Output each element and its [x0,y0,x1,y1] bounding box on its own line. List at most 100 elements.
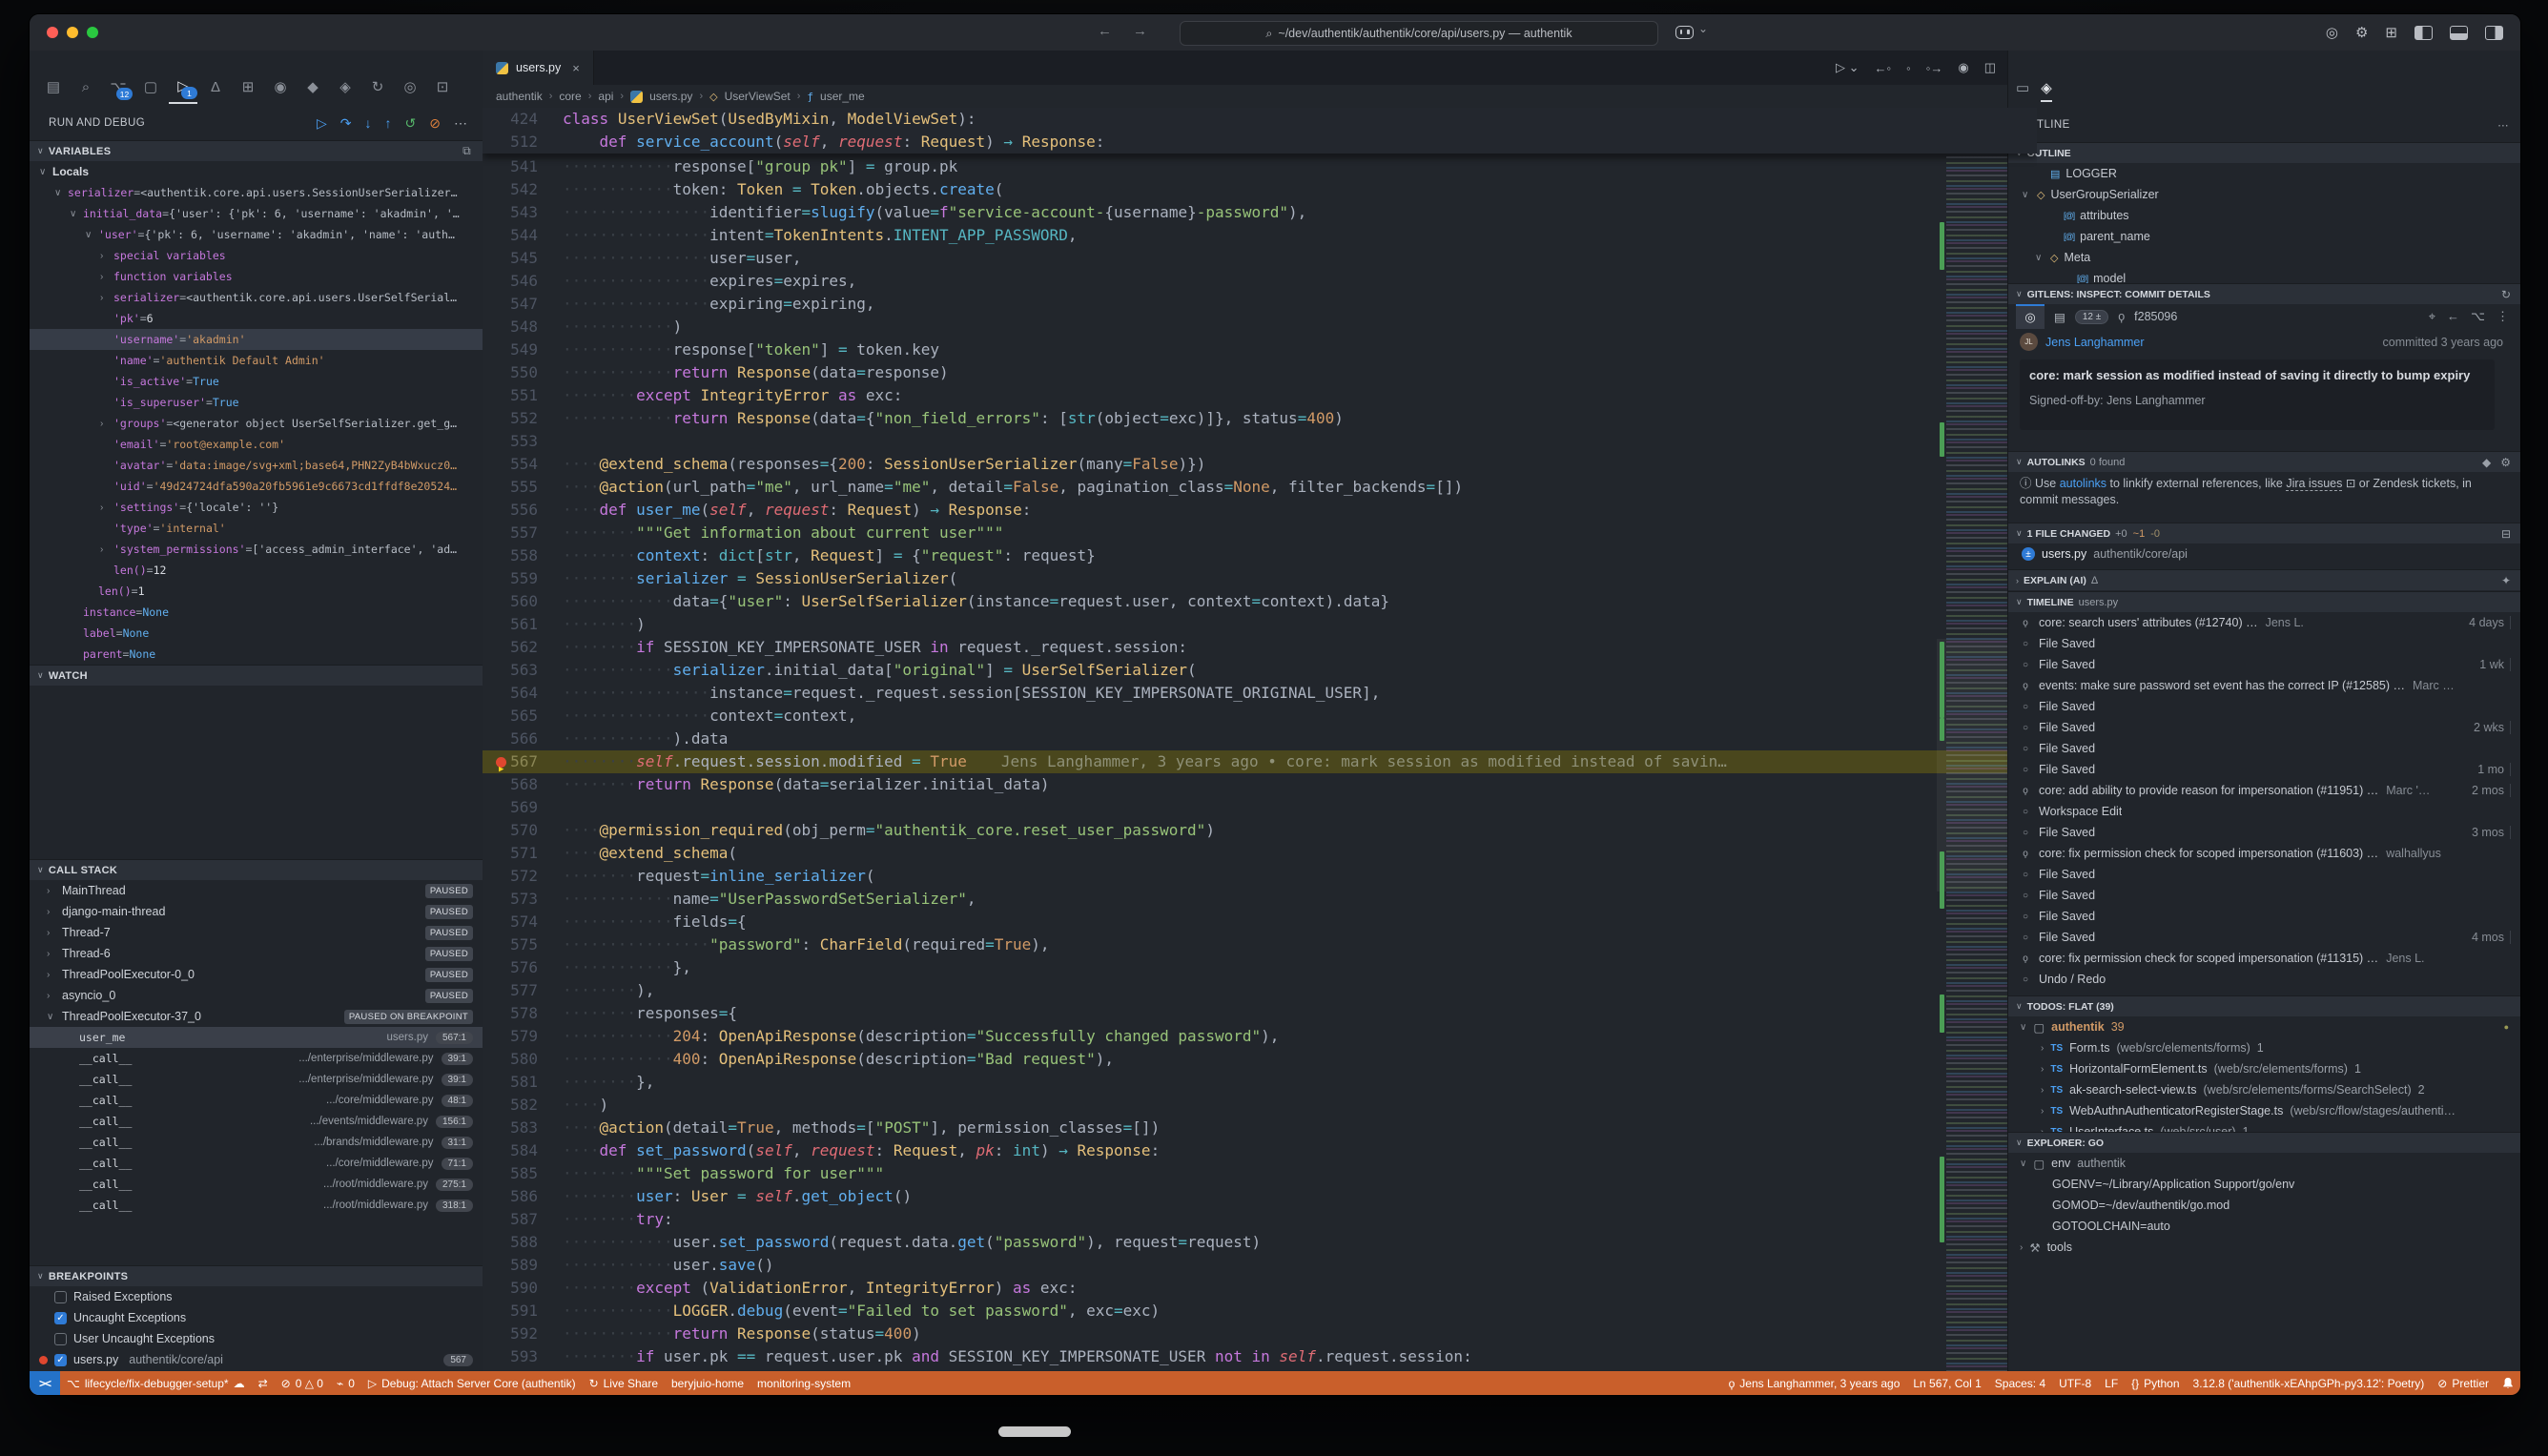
files-changed-section-header[interactable]: ∨1 FILE CHANGED+0~1-0⊟ [2008,523,2520,543]
outline-row[interactable]: [@]attributes [2008,205,2520,226]
github-icon[interactable]: ◉ [266,71,295,103]
change-indicator-button[interactable]: ◦ [1906,61,1911,75]
code-line[interactable]: 556····def user_me(self, request: Reques… [483,499,2037,522]
close-tab-icon[interactable]: × [572,61,580,75]
variable-row[interactable]: label = None [30,623,483,644]
go-env-var[interactable]: GOTOOLCHAIN=auto [2008,1216,2520,1237]
ports-status[interactable]: ⌁0 [330,1371,361,1395]
code-line[interactable]: 575················"password": CharField… [483,933,2037,956]
timeline-section-header[interactable]: ∨TIMELINEusers.py [2008,591,2520,612]
nav-back-icon[interactable]: ← [1098,23,1112,39]
code-line[interactable]: 548············) [483,316,2037,338]
debug-status[interactable]: ▷Debug: Attach Server Core (authentik) [361,1371,583,1395]
callstack-frame[interactable]: __call__.../brands/middleware.py31:1 [30,1132,483,1153]
callstack-thread[interactable]: ›asyncio_0PAUSED [30,985,483,1006]
timeline-row[interactable]: ϙcore: add ability to provide reason for… [2008,780,2520,801]
callstack-frame[interactable]: __call__.../enterprise/middleware.py39:1 [30,1069,483,1090]
code-line[interactable]: 557········"""Get information about curr… [483,522,2037,544]
customize-layout-icon[interactable]: ⊞ [2385,24,2397,41]
timeline-row[interactable]: ○File Saved [2008,633,2520,654]
outline-row[interactable]: [@]model [2008,268,2520,283]
code-line[interactable]: 549············response["token"] = token… [483,338,2037,361]
close-window-button[interactable] [47,27,58,38]
todo-file-row[interactable]: ›TSWebAuthnAuthenticatorRegisterStage.ts… [2008,1100,2520,1121]
code-area[interactable]: 541············response["group_pk"] = gr… [483,108,2037,1371]
timeline-row[interactable]: ϙcore: fix permission check for scoped i… [2008,948,2520,969]
code-line[interactable]: 554····@extend_schema(responses={200: Se… [483,453,2037,476]
variable-row[interactable]: 'is_active' = True [30,371,483,392]
variable-row[interactable]: 'email' = 'root@example.com' [30,434,483,455]
continue-button[interactable]: ▷ [317,115,327,132]
run-debug-icon[interactable]: ▷1 [169,70,197,104]
restart-button[interactable]: ↺ [405,115,417,132]
code-line[interactable]: 568········return Response(data=serializ… [483,773,2037,796]
variable-row[interactable]: ›function variables [30,266,483,287]
callstack-section-header[interactable]: ∨CALL STACK [30,859,483,880]
changed-file-row[interactable]: ± users.py authentik/core/api [2022,543,2498,564]
python-interpreter[interactable]: 3.12.8 ('authentik-xEAhpGPh-py3.12': Poe… [2187,1371,2432,1395]
callstack-thread[interactable]: ›MainThreadPAUSED [30,880,483,901]
code-line[interactable]: 573············name="UserPasswordSetSeri… [483,888,2037,911]
callstack-frame[interactable]: __call__.../root/middleware.py275:1 [30,1174,483,1195]
explorer-icon[interactable]: ▤ [39,71,68,103]
code-line[interactable]: 560············data={"user": UserSelfSer… [483,590,2037,613]
cursor-position[interactable]: Ln 567, Col 1 [1906,1371,1987,1395]
variable-row[interactable]: 'name' = 'authentik Default Admin' [30,350,483,371]
variable-row[interactable]: 'type' = 'internal' [30,518,483,539]
variable-row[interactable]: 'is_superuser' = True [30,392,483,413]
code-line[interactable]: 546················expires=expires, [483,270,2037,293]
command-center-search[interactable]: ⌕ ~/dev/authentik/authentik/core/api/use… [1180,21,1658,46]
timeline-row[interactable]: ○File Saved4 mos [2008,927,2520,948]
go-env-var[interactable]: GOMOD=~/dev/authentik/go.mod [2008,1195,2520,1216]
toggle-left-panel-icon[interactable] [2414,26,2433,40]
code-line[interactable]: 512 def service_account(self, request: R… [483,131,2037,154]
code-line[interactable]: 592············return Response(status=40… [483,1323,2037,1345]
code-line[interactable]: 580············400: OpenApiResponse(desc… [483,1048,2037,1071]
variable-row[interactable]: ∨initial_data = {'user': {'pk': 6, 'user… [30,203,483,224]
code-line[interactable]: 572········request=inline_serializer( [483,865,2037,888]
next-change-button[interactable]: ◦→ [1926,61,1943,75]
account-icon[interactable]: ◎ [2326,24,2338,41]
code-line[interactable]: 559········serializer = SessionUserSeria… [483,567,2037,590]
previous-change-button[interactable]: ←◦ [1875,61,1892,75]
outline-row[interactable]: ∨◇UserGroupSerializer [2008,184,2520,205]
breakpoint-checkbox[interactable]: ✓ [54,1312,67,1324]
sparkle-icon[interactable]: ✦ [2501,574,2520,587]
go-tools-row[interactable]: ›⚒tools [2008,1237,2520,1258]
callstack-frame[interactable]: __call__.../events/middleware.py156:1 [30,1111,483,1132]
commit-author-link[interactable]: Jens Langhammer [2045,336,2145,349]
toggle-right-panel-icon[interactable] [2485,26,2503,40]
indentation[interactable]: Spaces: 4 [1988,1371,2052,1395]
encoding[interactable]: UTF-8 [2052,1371,2098,1395]
autolinks-add-icon[interactable]: ◆ [2482,456,2491,469]
todos-group-row[interactable]: ∨▢authentik39● [2008,1016,2520,1037]
callstack-thread[interactable]: ›Thread-6PAUSED [30,943,483,964]
branch-status[interactable]: ⌥lifecycle/fix-debugger-setup*☁ [60,1371,252,1395]
graph-icon[interactable]: ⌥ [2471,309,2485,324]
outline-row[interactable]: ▤LOGGER [2008,163,2520,184]
session-monitoring[interactable]: monitoring-system [750,1371,857,1395]
timeline-row[interactable]: ○File Saved [2008,738,2520,759]
code-line[interactable]: 542············token: Token = Token.obje… [483,178,2037,201]
language-mode[interactable]: {}Python [2125,1371,2186,1395]
source-control-icon[interactable]: ⌥12 [104,71,133,103]
variable-row[interactable]: ∨Locals [30,161,483,182]
callstack-thread[interactable]: ›django-main-threadPAUSED [30,901,483,922]
code-line[interactable]: 551········except IntegrityError as exc: [483,384,2037,407]
gitlens-icon[interactable]: ◆ [298,71,327,103]
session-beryjuio[interactable]: beryjuio-home [665,1371,750,1395]
more-actions-icon[interactable]: ⋯ [2497,118,2509,132]
timeline-row[interactable]: ○Workspace Edit [2008,801,2520,822]
code-line[interactable]: 555····@action(url_path="me", url_name="… [483,476,2037,499]
run-or-debug-button[interactable]: ◉ [1958,60,1968,75]
code-line[interactable]: 571····@extend_schema( [483,842,2037,865]
variables-section-header[interactable]: ∨VARIABLES⧉ [30,140,483,161]
autolinks-settings-icon[interactable]: ⚙ [2500,456,2511,469]
prettier-status[interactable]: ⊘Prettier [2431,1371,2496,1395]
nav-forward-icon[interactable]: → [1133,23,1147,39]
zoom-window-button[interactable] [87,27,98,38]
code-line[interactable]: 588············user.set_password(request… [483,1231,2037,1254]
split-editor-button[interactable]: ◫ [1984,60,1996,75]
code-line[interactable]: 558········context: dict[str, Request] =… [483,544,2037,567]
code-line[interactable]: 581········}, [483,1071,2037,1094]
